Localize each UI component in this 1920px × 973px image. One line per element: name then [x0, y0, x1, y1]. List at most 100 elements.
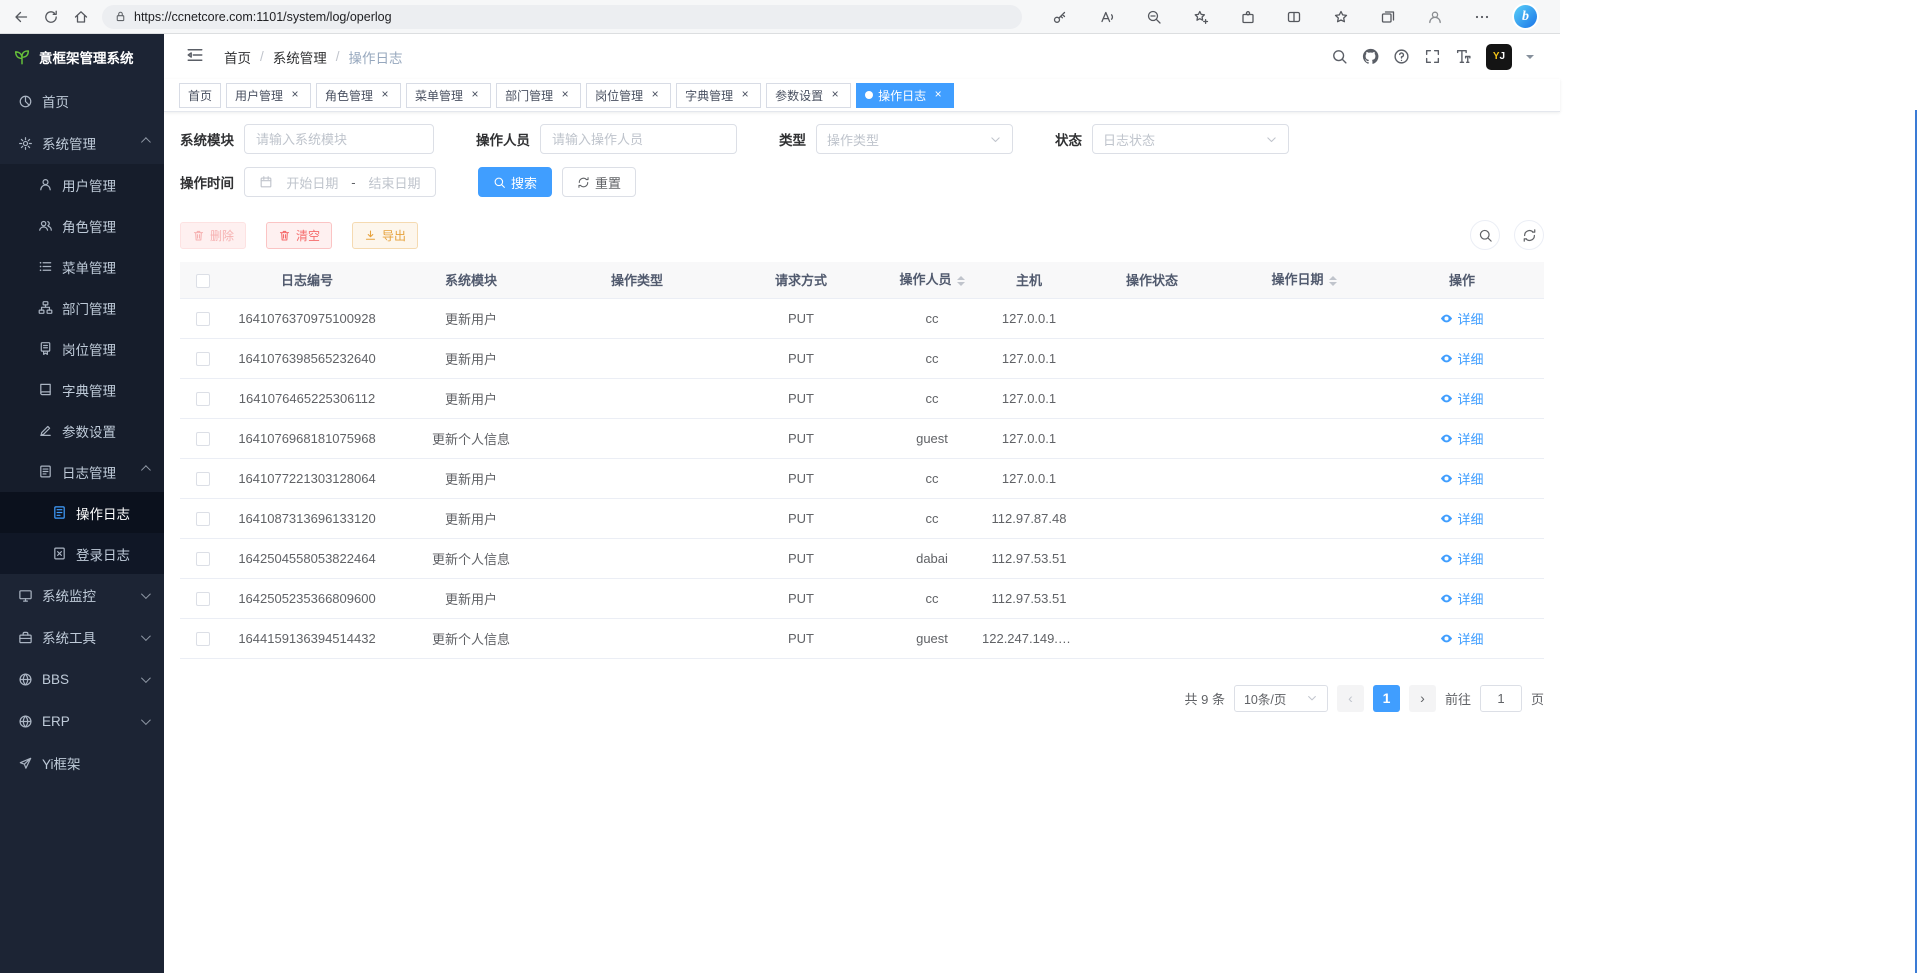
tab-close-icon[interactable]: × — [648, 88, 662, 102]
trash-icon — [192, 229, 205, 242]
sidebar-item-role-mgmt[interactable]: 角色管理 — [0, 205, 164, 246]
font-size-icon[interactable] — [1455, 48, 1472, 65]
export-button[interactable]: 导出 — [352, 222, 418, 249]
breadcrumb-item[interactable]: 系统管理 — [273, 47, 327, 67]
row-checkbox[interactable] — [196, 512, 210, 526]
detail-link[interactable]: 详细 — [1440, 389, 1483, 408]
module-filter-input[interactable] — [244, 124, 434, 154]
sidebar-item-yi-framework[interactable]: Yi框架 — [0, 742, 164, 784]
sidebar-item-system-mgmt[interactable]: 系统管理 — [0, 122, 164, 164]
url-bar[interactable]: https://ccnetcore.com:1101/system/log/op… — [102, 5, 1022, 29]
delete-button[interactable]: 删除 — [180, 222, 246, 249]
type-filter-select[interactable]: 操作类型 — [816, 124, 1013, 154]
sidebar-item-log-mgmt[interactable]: 日志管理 — [0, 451, 164, 492]
tab-close-icon[interactable]: × — [288, 88, 302, 102]
bing-copilot-icon[interactable]: b — [1514, 5, 1537, 28]
sidebar-item-user-mgmt[interactable]: 用户管理 — [0, 164, 164, 205]
row-checkbox[interactable] — [196, 472, 210, 486]
extensions-button[interactable] — [1233, 4, 1263, 30]
sidebar-item-erp[interactable]: ERP — [0, 700, 164, 742]
tab-dict-mgmt[interactable]: 字典管理× — [676, 83, 761, 108]
page-1-button[interactable]: 1 — [1373, 685, 1400, 712]
sidebar-item-post-mgmt[interactable]: 岗位管理 — [0, 328, 164, 369]
split-screen-button[interactable] — [1279, 4, 1309, 30]
prev-page-button[interactable]: ‹ — [1337, 685, 1364, 712]
help-icon[interactable] — [1393, 48, 1410, 65]
favorite-add-button[interactable] — [1186, 4, 1216, 30]
clear-button[interactable]: 清空 — [266, 222, 332, 249]
tab-close-icon[interactable]: × — [468, 88, 482, 102]
tab-close-icon[interactable]: × — [931, 88, 945, 102]
tab-dept-mgmt[interactable]: 部门管理× — [496, 83, 581, 108]
tab-close-icon[interactable]: × — [738, 88, 752, 102]
cell-op_type — [554, 418, 720, 458]
tab-home[interactable]: 首页 — [179, 83, 221, 108]
row-checkbox[interactable] — [196, 312, 210, 326]
tab-user-mgmt[interactable]: 用户管理× — [226, 83, 311, 108]
date-range-picker[interactable]: 开始日期 - 结束日期 — [244, 167, 436, 197]
tab-oper-log[interactable]: 操作日志× — [856, 83, 954, 108]
more-button[interactable] — [1467, 4, 1497, 30]
detail-link[interactable]: 详细 — [1440, 429, 1483, 448]
row-checkbox[interactable] — [196, 392, 210, 406]
row-checkbox[interactable] — [196, 592, 210, 606]
sidebar-item-dept-mgmt[interactable]: 部门管理 — [0, 287, 164, 328]
sidebar-item-system-monitor[interactable]: 系统监控 — [0, 574, 164, 616]
cell-op_type — [554, 338, 720, 378]
tab-menu-mgmt[interactable]: 菜单管理× — [406, 83, 491, 108]
tab-post-mgmt[interactable]: 岗位管理× — [586, 83, 671, 108]
tab-close-icon[interactable]: × — [558, 88, 572, 102]
collections-button[interactable] — [1373, 4, 1403, 30]
page-size-select[interactable]: 10条/页 — [1234, 685, 1328, 712]
sidebar-item-oper-log[interactable]: 操作日志 — [0, 492, 164, 533]
tab-close-icon[interactable]: × — [828, 88, 842, 102]
sidebar-item-dict-mgmt[interactable]: 字典管理 — [0, 369, 164, 410]
tab-close-icon[interactable]: × — [378, 88, 392, 102]
sidebar-item-param-settings[interactable]: 参数设置 — [0, 410, 164, 451]
avatar-dropdown-caret-icon[interactable] — [1526, 55, 1534, 63]
sort-icon[interactable] — [957, 272, 965, 290]
refresh-button[interactable] — [36, 4, 66, 30]
read-aloud-button[interactable] — [1092, 4, 1122, 30]
tab-role-mgmt[interactable]: 角色管理× — [316, 83, 401, 108]
home-button[interactable] — [66, 4, 96, 30]
goto-page-input[interactable] — [1480, 685, 1522, 712]
sort-icon[interactable] — [1329, 272, 1337, 290]
detail-link[interactable]: 详细 — [1440, 469, 1483, 488]
user-avatar[interactable]: YJ — [1486, 44, 1512, 70]
reset-button[interactable]: 重置 — [562, 167, 636, 197]
breadcrumb-item[interactable]: 首页 — [224, 47, 251, 67]
favorites-bar-button[interactable] — [1326, 4, 1356, 30]
sidebar-toggle-button[interactable] — [182, 42, 208, 71]
status-filter-select[interactable]: 日志状态 — [1092, 124, 1289, 154]
detail-link[interactable]: 详细 — [1440, 509, 1483, 528]
fullscreen-icon[interactable] — [1424, 48, 1441, 65]
show-search-button[interactable] — [1470, 220, 1500, 250]
sidebar-item-bbs[interactable]: BBS — [0, 658, 164, 700]
profile-button[interactable] — [1420, 4, 1450, 30]
row-checkbox[interactable] — [196, 352, 210, 366]
refresh-table-button[interactable] — [1514, 220, 1544, 250]
sidebar-item-system-tools[interactable]: 系统工具 — [0, 616, 164, 658]
zoom-out-button[interactable] — [1139, 4, 1169, 30]
row-checkbox[interactable] — [196, 432, 210, 446]
row-checkbox[interactable] — [196, 552, 210, 566]
header-search-icon[interactable] — [1331, 48, 1348, 65]
search-button[interactable]: 搜索 — [478, 167, 552, 197]
row-checkbox[interactable] — [196, 632, 210, 646]
select-all-checkbox[interactable] — [196, 274, 210, 288]
sidebar-item-home[interactable]: 首页 — [0, 80, 164, 122]
github-icon[interactable] — [1362, 48, 1379, 65]
sidebar-item-menu-mgmt[interactable]: 菜单管理 — [0, 246, 164, 287]
back-button[interactable] — [6, 4, 36, 30]
detail-link[interactable]: 详细 — [1440, 589, 1483, 608]
sidebar-item-login-log[interactable]: 登录日志 — [0, 533, 164, 574]
detail-link[interactable]: 详细 — [1440, 349, 1483, 368]
operator-filter-input[interactable] — [540, 124, 737, 154]
detail-link[interactable]: 详细 — [1440, 309, 1483, 328]
detail-link[interactable]: 详细 — [1440, 629, 1483, 648]
next-page-button[interactable]: › — [1409, 685, 1436, 712]
detail-link[interactable]: 详细 — [1440, 549, 1483, 568]
tab-param-settings[interactable]: 参数设置× — [766, 83, 851, 108]
key-button[interactable] — [1045, 4, 1075, 30]
